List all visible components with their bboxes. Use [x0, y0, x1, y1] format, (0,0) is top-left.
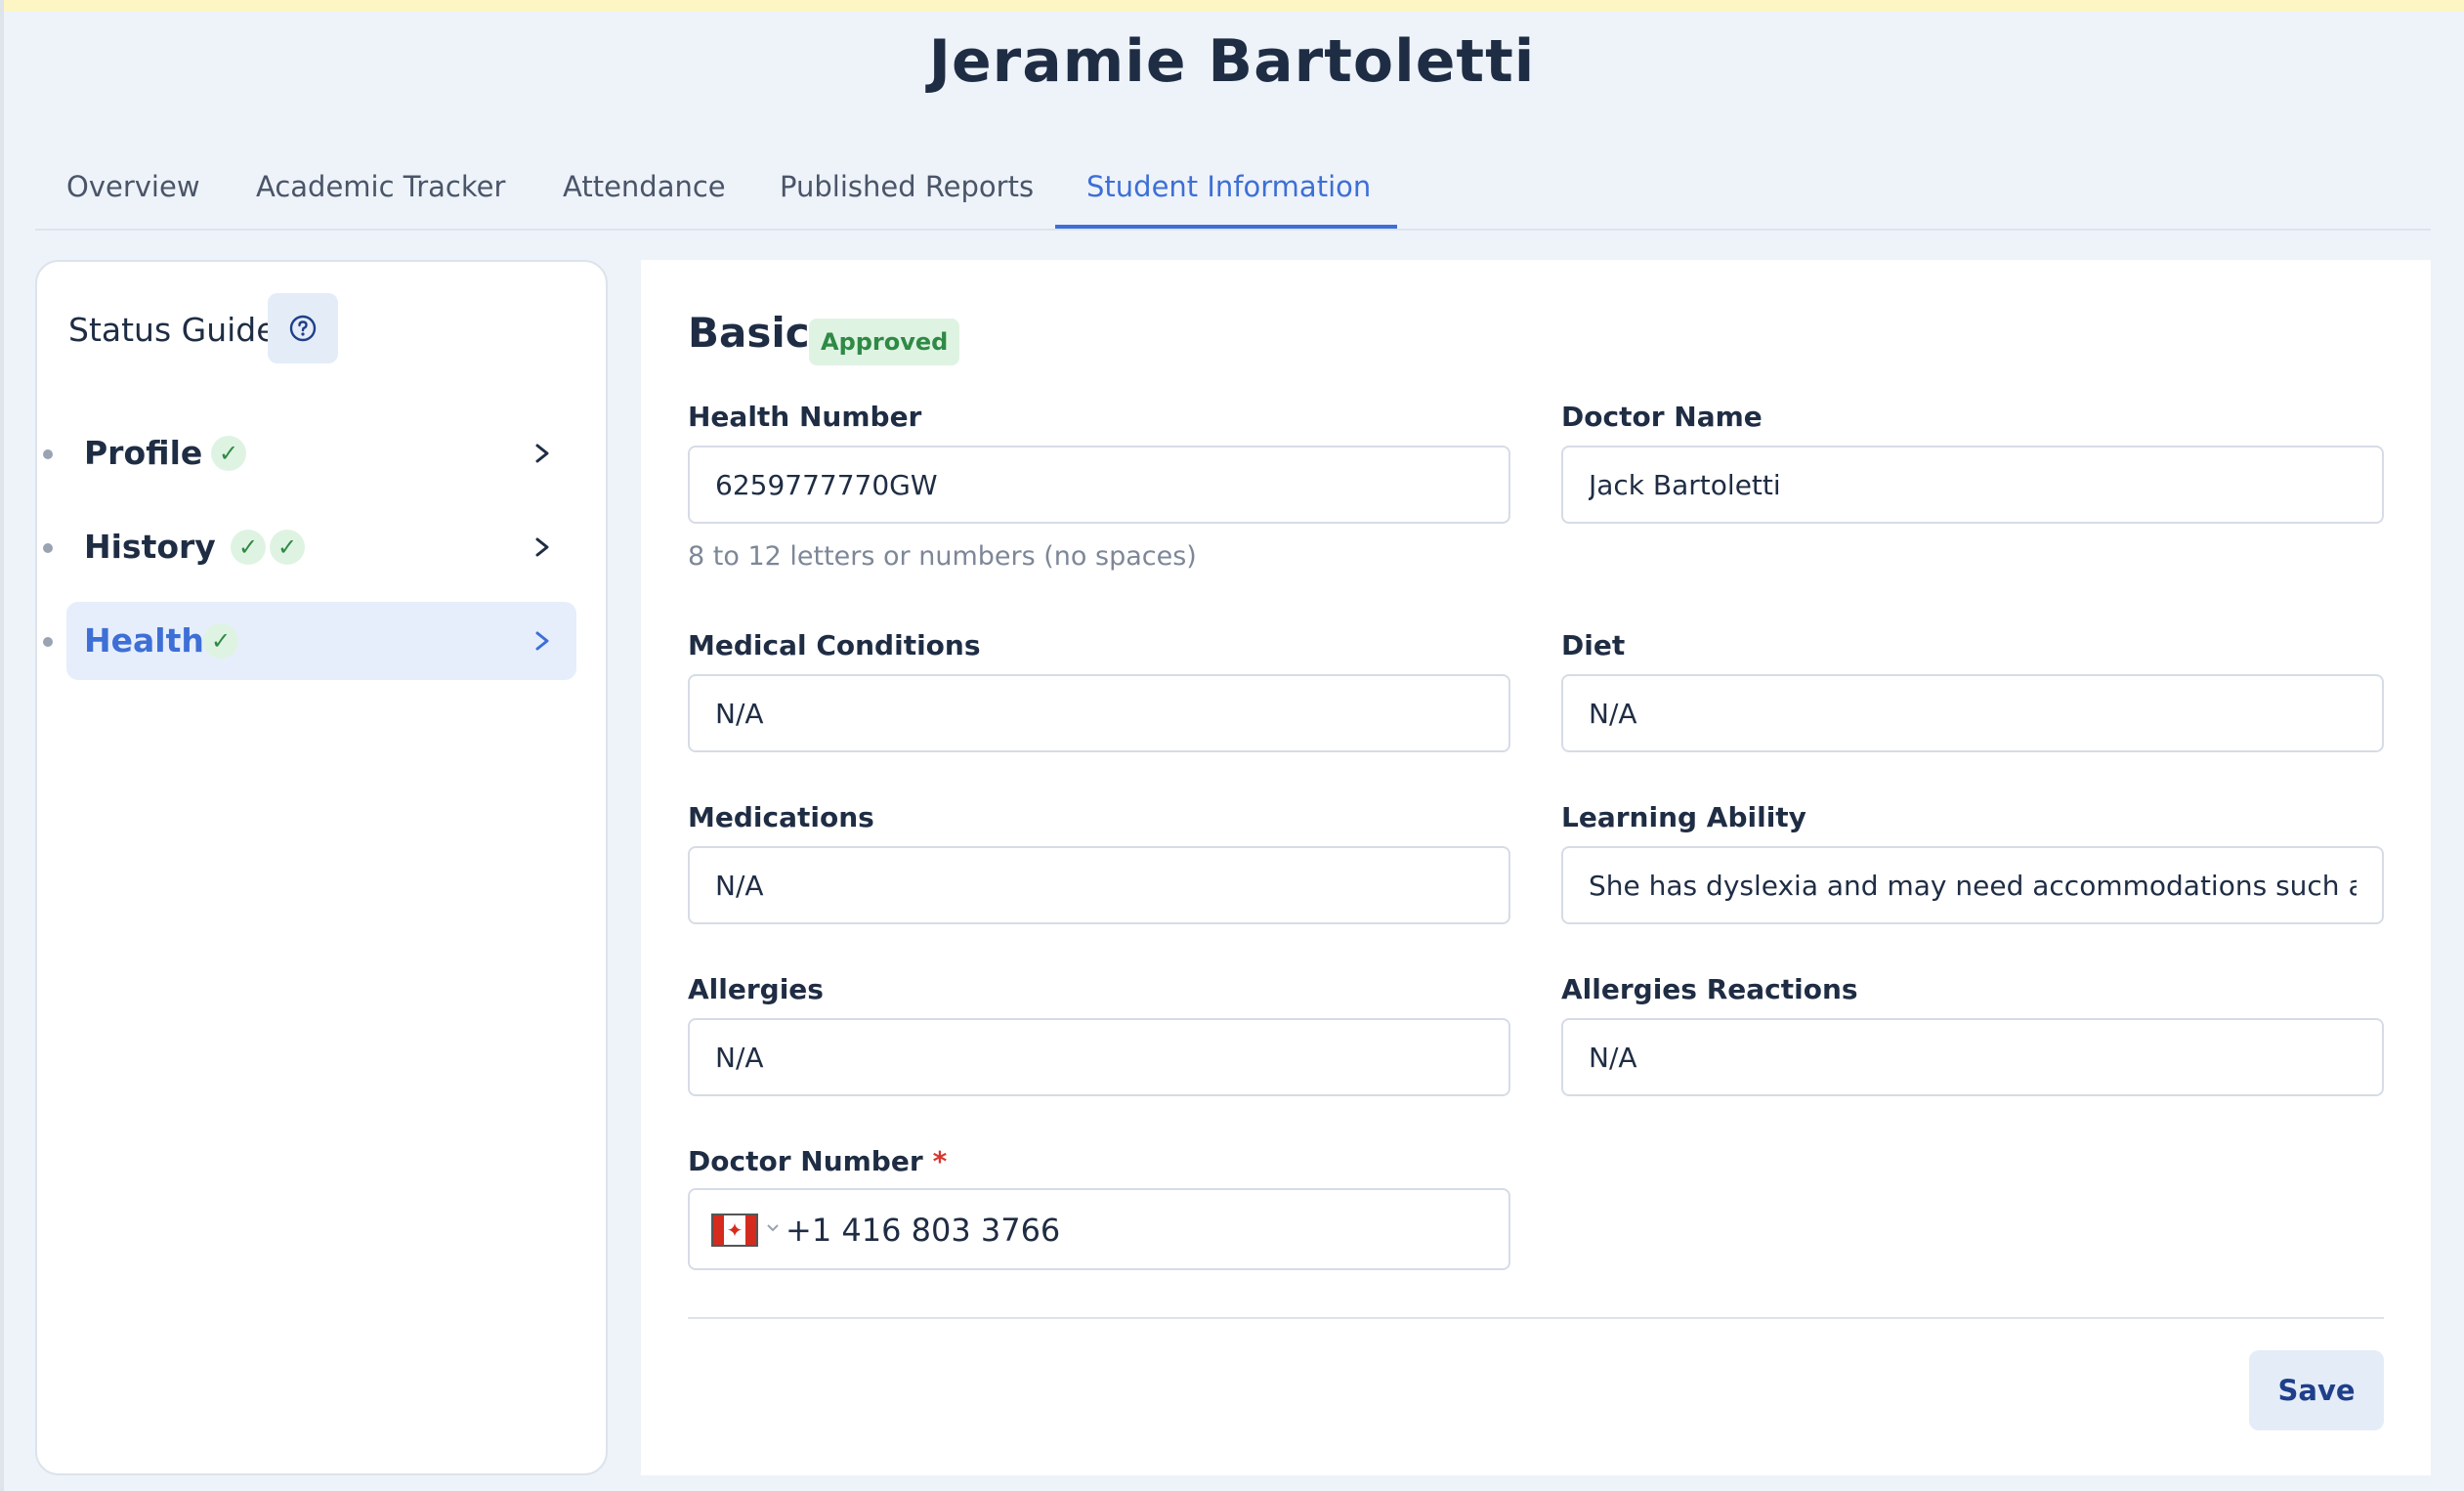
canada-flag-icon[interactable]: ✦: [711, 1214, 758, 1247]
required-mark: *: [932, 1145, 948, 1177]
diet-label: Diet: [1561, 629, 1626, 661]
learning-ability-label: Learning Ability: [1561, 801, 1806, 833]
doctor-number-input[interactable]: [784, 1196, 1471, 1264]
status-guide-sidebar: Status Guide Profile ✓ History ✓ ✓ Healt…: [35, 260, 608, 1475]
health-form-panel: Basic Approved Health Number 8 to 12 let…: [641, 260, 2431, 1475]
section-title: Basic: [688, 309, 810, 357]
active-tab-indicator: [1055, 225, 1397, 229]
check-icon: ✓: [270, 530, 305, 565]
tab-academic-tracker[interactable]: Academic Tracker: [256, 170, 505, 203]
doctor-name-field[interactable]: [1561, 446, 2384, 524]
allergies-field[interactable]: [688, 1018, 1510, 1096]
doctor-name-label: Doctor Name: [1561, 401, 1763, 433]
chevron-right-icon: [535, 444, 549, 463]
tab-bar: Overview Academic Tracker Attendance Pub…: [35, 147, 2431, 231]
status-badge: Approved: [809, 319, 960, 365]
health-number-field[interactable]: [688, 446, 1510, 524]
sidebar-item-label: Health: [84, 621, 204, 660]
health-number-label: Health Number: [688, 401, 922, 433]
chevron-down-icon[interactable]: [766, 1221, 780, 1235]
bullet: [43, 449, 53, 459]
tab-student-information[interactable]: Student Information: [1086, 170, 1371, 203]
diet-field[interactable]: [1561, 674, 2384, 752]
save-button[interactable]: Save: [2249, 1350, 2384, 1430]
tab-published-reports[interactable]: Published Reports: [780, 170, 1034, 203]
medical-conditions-label: Medical Conditions: [688, 629, 981, 661]
doctor-number-label-text: Doctor Number: [688, 1145, 923, 1177]
sidebar-item-health[interactable]: Health ✓: [43, 602, 576, 680]
allergies-reactions-label: Allergies Reactions: [1561, 973, 1858, 1005]
sidebar-item-label: History: [84, 528, 216, 566]
top-banner: [0, 0, 2464, 12]
allergies-reactions-field[interactable]: [1561, 1018, 2384, 1096]
sidebar-item-label: Profile: [84, 434, 203, 472]
sidebar-item-profile[interactable]: Profile ✓: [43, 414, 576, 492]
tab-overview[interactable]: Overview: [66, 170, 200, 203]
medications-label: Medications: [688, 801, 874, 833]
page-title: Jeramie Bartoletti: [928, 27, 1536, 96]
check-icon: ✓: [211, 436, 246, 471]
check-icon: ✓: [203, 623, 238, 659]
sidebar-item-history[interactable]: History ✓ ✓: [43, 508, 576, 586]
check-icon: ✓: [231, 530, 266, 565]
learning-ability-field[interactable]: [1561, 846, 2384, 924]
medications-field[interactable]: [688, 846, 1510, 924]
left-edge: [0, 0, 4, 1491]
bullet: [43, 637, 53, 647]
status-guide-help-button[interactable]: [268, 293, 338, 363]
form-divider: [688, 1317, 2384, 1319]
allergies-label: Allergies: [688, 973, 824, 1005]
question-circle-icon: [289, 315, 317, 342]
doctor-number-label: Doctor Number *: [688, 1145, 947, 1177]
status-guide-title: Status Guide: [68, 311, 276, 349]
doctor-number-phone-field: ✦: [688, 1188, 1510, 1270]
health-number-hint: 8 to 12 letters or numbers (no spaces): [688, 541, 1197, 572]
chevron-right-icon: [535, 631, 549, 651]
bullet: [43, 543, 53, 553]
tab-attendance[interactable]: Attendance: [563, 170, 726, 203]
medical-conditions-field[interactable]: [688, 674, 1510, 752]
chevron-right-icon: [535, 537, 549, 557]
